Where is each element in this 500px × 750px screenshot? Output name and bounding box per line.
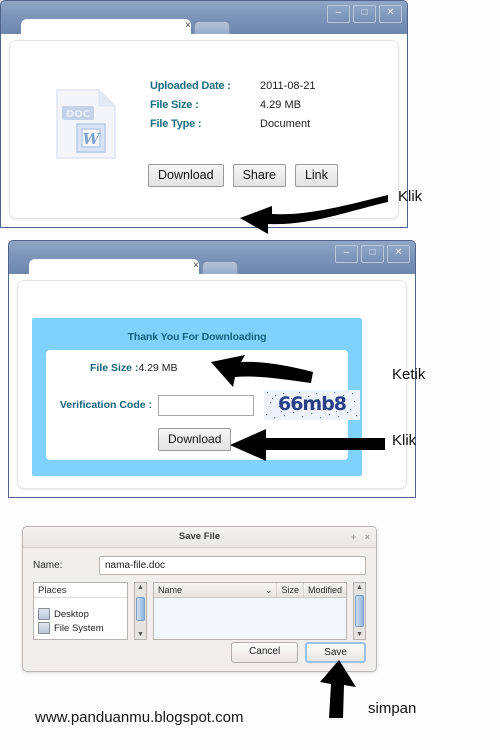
browser-titlebar-step1: – □ ✕ × (0, 0, 408, 37)
scroll-down-icon[interactable]: ▼ (354, 630, 365, 639)
info-label-file-size: File Size : (150, 99, 199, 111)
save-file-dialog: Save File + × Name: nama-file.doc Places… (22, 526, 377, 672)
filename-input[interactable]: nama-file.doc (99, 556, 366, 575)
maximize-glyph: □ (369, 247, 376, 258)
minimize-glyph: – (343, 247, 350, 258)
scroll-up-icon[interactable]: ▲ (354, 583, 365, 592)
annotation-arrow-klik-2 (230, 429, 385, 461)
drive-icon (38, 622, 50, 634)
scrollbar-thumb[interactable] (136, 597, 145, 621)
thank-you-heading: Thank You For Downloading (127, 331, 267, 343)
places-item-clipped[interactable] (34, 598, 127, 607)
tutorial-screenshot: – □ ✕ × DOC W Uploaded Date : 2011-08-21… (0, 0, 500, 750)
info-value-file-size: 4.29 MB (260, 99, 301, 111)
maximize-glyph: □ (361, 7, 368, 18)
places-header: Places (34, 583, 127, 598)
places-sidebar: Places Desktop File System (33, 582, 128, 640)
info-row: Uploaded Date : 2011-08-21 (150, 80, 315, 92)
file-list-scrollbar[interactable]: ▲ ▼ (353, 582, 366, 640)
places-scrollbar[interactable]: ▲ ▼ (134, 582, 147, 640)
save-browser-area: Places Desktop File System ▲ ▼ Name ⌄ Si… (23, 575, 376, 640)
doc-icon-label: DOC (66, 109, 90, 120)
name-label: Name: (33, 560, 63, 571)
file-size-value: 4.29 MB (138, 362, 178, 374)
cancel-button[interactable]: Cancel (231, 642, 299, 663)
scroll-down-icon[interactable]: ▼ (135, 630, 146, 639)
annotation-arrow-ketik (211, 355, 313, 387)
word-glyph: W (83, 130, 102, 148)
annotation-arrow-simpan (320, 660, 356, 718)
save-dialog-title-buttons: + × (345, 527, 370, 547)
doc-file-icon: DOC W (56, 88, 117, 159)
scroll-up-icon[interactable]: ▲ (135, 583, 146, 592)
sidebar-item-label: Desktop (54, 608, 89, 620)
info-value-file-type: Document (260, 118, 311, 130)
column-header-modified[interactable]: Modified (304, 583, 346, 597)
sidebar-item-label: File System (54, 622, 104, 634)
info-row: File Type : Document (150, 118, 315, 130)
file-list[interactable]: Name ⌄ Size Modified (153, 582, 347, 640)
file-size-label: File Size : (90, 362, 139, 374)
column-header-size[interactable]: Size (277, 583, 304, 597)
desktop-icon (38, 608, 50, 620)
close-glyph: ✕ (394, 247, 403, 258)
file-action-buttons: Download Share Link (148, 164, 338, 187)
close-icon[interactable]: × (365, 532, 370, 542)
column-header-name[interactable]: Name ⌄ (154, 583, 278, 597)
expand-icon[interactable]: + (351, 532, 356, 542)
file-list-header: Name ⌄ Size Modified (154, 583, 346, 598)
scrollbar-thumb[interactable] (355, 595, 364, 627)
save-name-row: Name: nama-file.doc (23, 548, 376, 575)
download-button-step2[interactable]: Download (158, 428, 232, 451)
column-label-name: Name (158, 585, 183, 595)
tab-close-icon[interactable]: × (185, 20, 191, 31)
download-button[interactable]: Download (148, 164, 224, 187)
site-watermark: www.panduanmu.blogspot.com (35, 709, 244, 726)
annotation-label-ketik: Ketik (392, 366, 426, 383)
verify-download-row: Download (158, 428, 232, 451)
info-label-uploaded-date: Uploaded Date : (150, 80, 231, 92)
sidebar-item-file-system[interactable]: File System (34, 621, 127, 635)
save-dialog-titlebar: Save File + × (23, 527, 376, 548)
annotation-arrow-klik-1 (240, 195, 388, 234)
annotation-label-klik-1: Klik (398, 188, 423, 205)
link-button[interactable]: Link (294, 164, 338, 187)
chevron-down-icon: ⌄ (264, 585, 273, 595)
info-value-uploaded-date: 2011-08-21 (260, 80, 316, 92)
close-glyph: ✕ (386, 7, 395, 18)
file-info-list: Uploaded Date : 2011-08-21 File Size : 4… (150, 80, 315, 137)
file-size-row: File Size :4.29 MB (90, 362, 178, 374)
info-row: File Size : 4.29 MB (150, 99, 315, 111)
share-button[interactable]: Share (232, 164, 286, 187)
annotation-label-klik-2: Klik (392, 432, 417, 449)
minimize-glyph: – (335, 7, 342, 18)
verification-code-label: Verification Code : (59, 399, 152, 411)
save-dialog-title: Save File (178, 531, 221, 542)
browser-titlebar-step2: – □ ✕ × (8, 240, 416, 277)
annotation-label-simpan: simpan (368, 700, 417, 717)
tab-close-icon[interactable]: × (193, 260, 199, 271)
sidebar-item-desktop[interactable]: Desktop (34, 607, 127, 621)
info-label-file-type: File Type : (150, 118, 202, 130)
